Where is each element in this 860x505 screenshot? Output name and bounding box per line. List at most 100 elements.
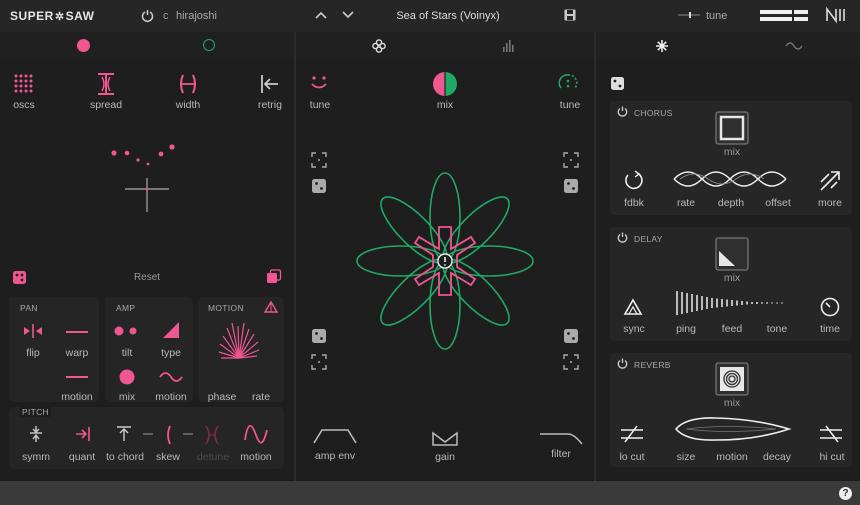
oscs-label: oscs xyxy=(13,99,35,111)
feed-label: feed xyxy=(721,323,743,335)
dice-icon[interactable] xyxy=(564,179,578,193)
gain-label: gain xyxy=(435,451,455,463)
power-icon[interactable] xyxy=(141,9,154,23)
more-icon[interactable] xyxy=(820,171,840,191)
quant-icon[interactable] xyxy=(76,427,90,441)
tune-slider-icon[interactable] xyxy=(678,12,700,18)
expand-icon[interactable] xyxy=(563,152,579,168)
delay-title: DELAY xyxy=(634,234,663,244)
mix-balance-icon[interactable] xyxy=(433,72,457,96)
warp-icon[interactable] xyxy=(66,330,88,334)
phase-burst-icon[interactable] xyxy=(217,322,261,362)
quant-label: quant xyxy=(68,451,96,463)
tilt-label: tilt xyxy=(121,347,133,359)
width-icon[interactable] xyxy=(178,74,198,94)
oscs-grid-icon[interactable] xyxy=(14,74,34,94)
decay-label: decay xyxy=(762,451,792,463)
dice-icon[interactable] xyxy=(312,329,326,343)
tune-dial-icon[interactable] xyxy=(558,73,578,93)
amp-env-icon[interactable] xyxy=(313,428,357,444)
delay-power-icon[interactable] xyxy=(617,232,628,243)
amp-mix-label: mix xyxy=(118,391,136,403)
size-label: size xyxy=(676,451,696,463)
fdbk-icon[interactable] xyxy=(623,170,645,191)
output-meter-icon[interactable] xyxy=(760,10,808,22)
spectrum-tab-icon[interactable] xyxy=(503,40,515,52)
spread-icon[interactable] xyxy=(96,73,116,95)
dice-icon[interactable] xyxy=(312,179,326,193)
to-chord-label: to chord xyxy=(106,451,144,463)
reverb-mix-knob[interactable] xyxy=(715,362,749,396)
sync-icon[interactable] xyxy=(623,298,643,315)
detune-icon[interactable] xyxy=(205,425,219,445)
star-tab-icon[interactable] xyxy=(656,40,668,52)
fdbk-label: fdbk xyxy=(624,197,644,209)
reverb-power-icon[interactable] xyxy=(617,358,628,369)
chevron-down-icon[interactable] xyxy=(342,11,354,19)
mix-panel: tune mix tune amp env gain filter xyxy=(296,60,594,480)
reverb-shape-display[interactable] xyxy=(674,415,792,443)
chevron-up-icon[interactable] xyxy=(315,11,327,19)
time-knob-icon[interactable] xyxy=(820,297,840,317)
reset-button[interactable]: Reset xyxy=(117,272,177,283)
pitch-motion-icon[interactable] xyxy=(244,424,268,444)
help-button[interactable]: ? xyxy=(839,487,852,500)
delay-mix-knob[interactable] xyxy=(715,237,749,271)
chorus-mix-knob[interactable] xyxy=(715,111,749,145)
mix-visualizer[interactable] xyxy=(356,172,534,350)
status-bar: ? xyxy=(0,481,860,505)
randomize-icon[interactable] xyxy=(13,271,26,284)
retrig-icon[interactable] xyxy=(260,74,280,94)
tilt-icon[interactable] xyxy=(114,326,138,336)
symm-icon[interactable] xyxy=(29,426,43,442)
stereo-field-display[interactable] xyxy=(105,144,185,214)
divider xyxy=(294,32,296,481)
lo-cut-icon[interactable] xyxy=(621,425,643,443)
motion-mode-icon[interactable] xyxy=(263,300,279,313)
filter-icon[interactable] xyxy=(540,431,583,445)
expand-icon[interactable] xyxy=(311,152,327,168)
preset-name[interactable]: Sea of Stars (Voinyx) xyxy=(360,10,536,22)
amp-mix-icon[interactable] xyxy=(119,369,135,385)
reverb-motion-label: motion xyxy=(716,451,748,463)
oscillator-panel: oscs spread width retrig Reset PAN flip … xyxy=(0,60,294,480)
skew-icon[interactable] xyxy=(164,425,172,445)
amp-motion-icon[interactable] xyxy=(159,372,183,382)
type-icon[interactable] xyxy=(163,322,179,338)
ni-logo-icon[interactable] xyxy=(826,6,846,24)
wave-tab-icon[interactable] xyxy=(785,42,803,50)
amp-motion-label: motion xyxy=(155,391,187,403)
copy-icon[interactable] xyxy=(267,269,282,284)
chorus-title: CHORUS xyxy=(634,108,673,118)
scale-root[interactable]: c xyxy=(163,10,169,22)
pan-title: PAN xyxy=(20,303,38,313)
expand-icon[interactable] xyxy=(563,354,579,370)
fx-randomize-icon[interactable] xyxy=(611,77,624,90)
osc-a-tab[interactable] xyxy=(77,39,90,52)
pitch-title: PITCH xyxy=(20,407,51,417)
osc-b-tab[interactable] xyxy=(203,39,215,51)
delay-taps-display[interactable] xyxy=(676,291,786,315)
to-chord-icon[interactable] xyxy=(116,426,132,442)
chorus-power-icon[interactable] xyxy=(617,106,628,117)
pan-motion-icon[interactable] xyxy=(66,375,88,379)
hi-cut-icon[interactable] xyxy=(820,425,842,443)
tune-right-label: tune xyxy=(559,99,581,111)
mix-label: mix xyxy=(436,99,454,111)
pitch-motion-label: motion xyxy=(240,451,272,463)
gain-icon[interactable] xyxy=(432,431,458,446)
scale-name[interactable]: hirajoshi xyxy=(176,10,217,22)
dice-icon[interactable] xyxy=(564,329,578,343)
save-icon[interactable] xyxy=(564,9,576,21)
smile-tune-icon[interactable] xyxy=(311,76,327,90)
flip-icon[interactable] xyxy=(23,324,43,338)
chorus-mix-label: mix xyxy=(723,146,741,158)
phase-label: phase xyxy=(207,391,237,403)
chorus-wave-display[interactable] xyxy=(673,168,788,190)
detune-label: detune xyxy=(196,451,230,463)
ping-label: ping xyxy=(676,323,696,335)
expand-icon[interactable] xyxy=(311,354,327,370)
reverb-title: REVERB xyxy=(634,360,671,370)
flower-tab-icon[interactable] xyxy=(372,39,386,53)
width-label: width xyxy=(175,99,201,111)
